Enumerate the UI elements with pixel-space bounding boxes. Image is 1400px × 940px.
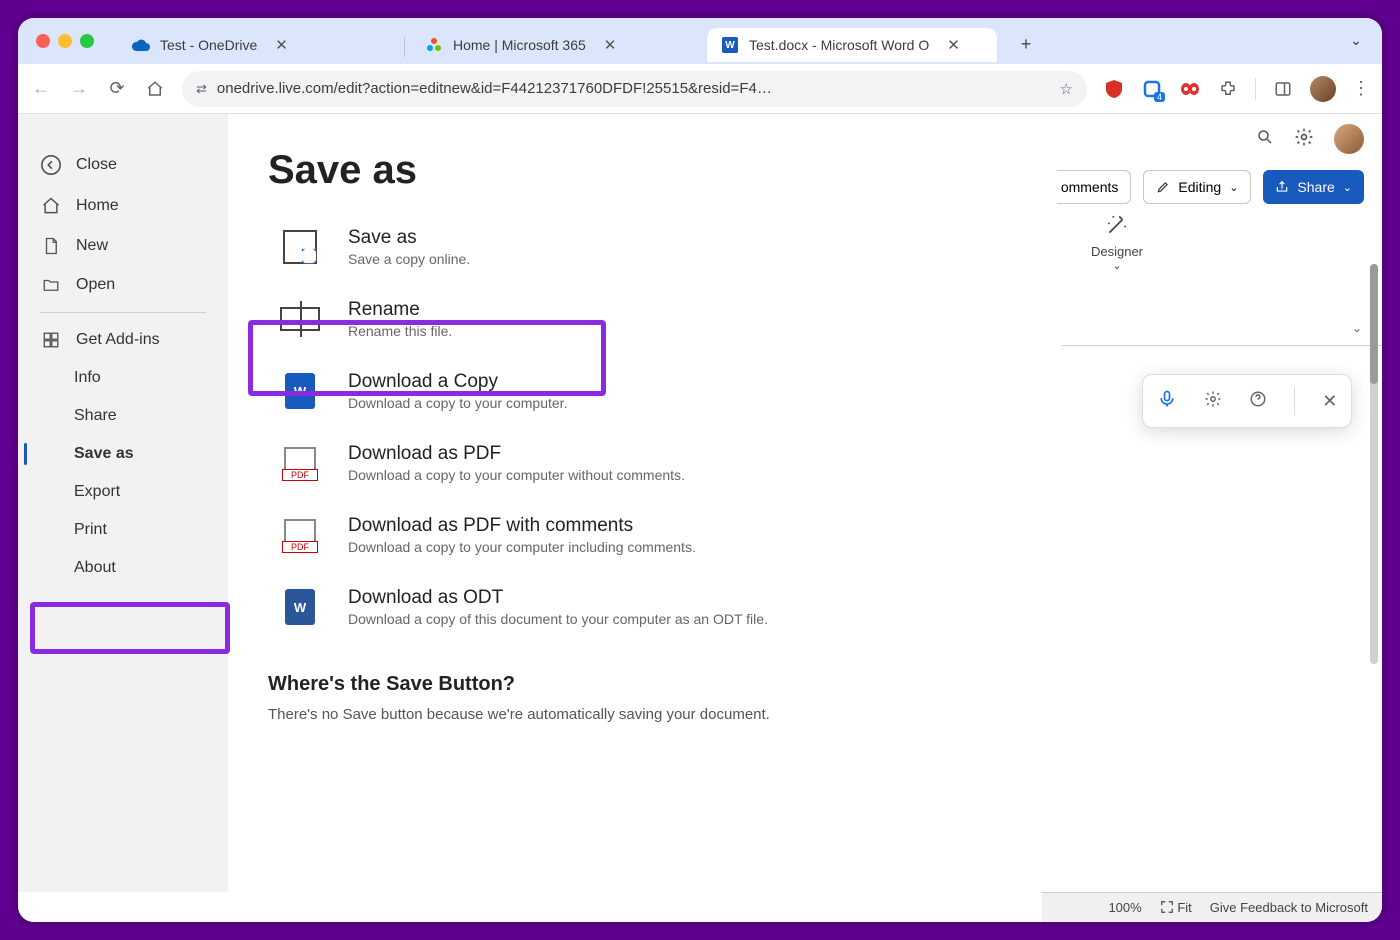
share-button[interactable]: Share ⌄ (1263, 170, 1364, 204)
tab-m365[interactable]: Home | Microsoft 365 ✕ (411, 28, 701, 62)
option-download-copy[interactable]: W Download a Copy Download a copy to you… (268, 355, 978, 427)
close-tab-icon[interactable]: ✕ (947, 36, 960, 54)
option-rename[interactable]: Rename Rename this file. (268, 283, 978, 355)
file-share[interactable]: Share (18, 397, 228, 435)
sidepanel-icon[interactable] (1272, 78, 1294, 100)
extension-badge-icon[interactable]: 4 (1141, 78, 1163, 100)
feedback-link[interactable]: Give Feedback to Microsoft (1210, 900, 1368, 915)
word-icon: W (721, 36, 739, 54)
dictation-settings-icon[interactable] (1204, 390, 1222, 413)
url-text: onedrive.live.com/edit?action=editnew&id… (217, 80, 1050, 97)
chevron-down-icon: ⌄ (1343, 181, 1352, 194)
address-bar[interactable]: ⇄ onedrive.live.com/edit?action=editnew&… (182, 71, 1087, 107)
dictation-toolbar[interactable]: ✕ (1142, 374, 1352, 428)
odt-file-icon: W (278, 585, 322, 629)
chevron-down-icon: ⌄ (1082, 259, 1152, 272)
option-download-odt[interactable]: W Download as ODT Download a copy of thi… (268, 571, 978, 643)
new-tab-button[interactable]: + (1011, 29, 1041, 59)
file-sidebar: Close Home New (18, 114, 228, 892)
close-tab-icon[interactable]: ✕ (275, 36, 288, 54)
profile-avatar[interactable] (1310, 76, 1336, 102)
fit-button[interactable]: Fit (1160, 900, 1192, 915)
new-file-icon (40, 236, 62, 256)
tab-title: Home | Microsoft 365 (453, 37, 586, 53)
file-menu-overlay: Close Home New (18, 114, 1018, 892)
home-button[interactable] (144, 78, 166, 100)
ublock-icon[interactable] (1103, 78, 1125, 100)
addins-icon (40, 331, 62, 349)
file-addins[interactable]: Get Add-ins (18, 321, 228, 359)
word-file-icon: W (278, 369, 322, 413)
site-settings-icon[interactable]: ⇄ (196, 81, 207, 97)
user-avatar[interactable] (1334, 124, 1364, 154)
file-export[interactable]: Export (18, 473, 228, 511)
page-title: Save as (268, 148, 978, 193)
comments-button[interactable]: omments (1057, 170, 1132, 204)
file-info[interactable]: Info (18, 359, 228, 397)
chevron-down-icon: ⌄ (1229, 181, 1238, 194)
microphone-icon[interactable] (1157, 389, 1177, 414)
maximize-window[interactable] (80, 34, 94, 48)
file-saveas[interactable]: Save as (18, 435, 228, 473)
option-download-pdf[interactable]: Download as PDF Download a copy to your … (268, 427, 978, 499)
file-close[interactable]: Close (18, 144, 228, 186)
zoom-level[interactable]: 100% (1108, 900, 1141, 915)
minimize-window[interactable] (58, 34, 72, 48)
window-controls[interactable] (36, 34, 94, 48)
file-home[interactable]: Home (18, 186, 228, 226)
file-main-panel: Save as Save as Save a copy online. Rena… (228, 114, 1018, 892)
forward-button[interactable]: → (68, 78, 90, 100)
home-icon (40, 196, 62, 216)
tab-onedrive[interactable]: Test - OneDrive ✕ (118, 28, 398, 62)
pdf-file-icon (278, 513, 322, 557)
onedrive-icon (132, 36, 150, 54)
extension-icon-2[interactable] (1179, 78, 1201, 100)
wand-icon (1082, 212, 1152, 244)
designer-button[interactable]: Designer ⌄ (1082, 212, 1152, 272)
info-body: There's no Save button because we're aut… (268, 706, 978, 723)
close-icon[interactable]: ✕ (1322, 391, 1337, 412)
file-new[interactable]: New (18, 226, 228, 266)
file-open[interactable]: Open (18, 266, 228, 304)
option-download-pdf-comments[interactable]: Download as PDF with comments Download a… (268, 499, 978, 571)
tab-title: Test.docx - Microsoft Word O (749, 37, 929, 53)
browser-menu-button[interactable]: ⋮ (1352, 78, 1370, 99)
rename-icon (278, 297, 322, 341)
settings-icon[interactable] (1294, 127, 1314, 152)
folder-icon (40, 276, 62, 294)
ribbon-collapse-icon[interactable]: ⌄ (1352, 321, 1362, 335)
editing-mode-button[interactable]: Editing ⌄ (1143, 170, 1251, 204)
save-as-icon (278, 225, 322, 269)
file-print[interactable]: Print (18, 511, 228, 549)
extensions-button[interactable] (1217, 78, 1239, 100)
scrollbar[interactable] (1370, 264, 1378, 664)
status-bar: 100% Fit Give Feedback to Microsoft (1042, 892, 1382, 922)
tab-word[interactable]: W Test.docx - Microsoft Word O ✕ (707, 28, 997, 62)
help-icon[interactable] (1249, 390, 1267, 413)
search-icon[interactable] (1256, 128, 1274, 151)
back-button[interactable]: ← (30, 78, 52, 100)
pdf-file-icon (278, 441, 322, 485)
bookmark-icon[interactable]: ☆ (1060, 80, 1073, 98)
back-arrow-icon (40, 154, 62, 176)
reload-button[interactable]: ⟳ (106, 78, 128, 100)
option-save-as[interactable]: Save as Save a copy online. (268, 211, 978, 283)
close-window[interactable] (36, 34, 50, 48)
m365-icon (425, 36, 443, 54)
close-tab-icon[interactable]: ✕ (604, 36, 617, 54)
tab-overflow-button[interactable]: ⌄ (1344, 28, 1368, 52)
tab-title: Test - OneDrive (160, 37, 257, 53)
info-heading: Where's the Save Button? (268, 673, 978, 696)
file-about[interactable]: About (18, 549, 228, 587)
